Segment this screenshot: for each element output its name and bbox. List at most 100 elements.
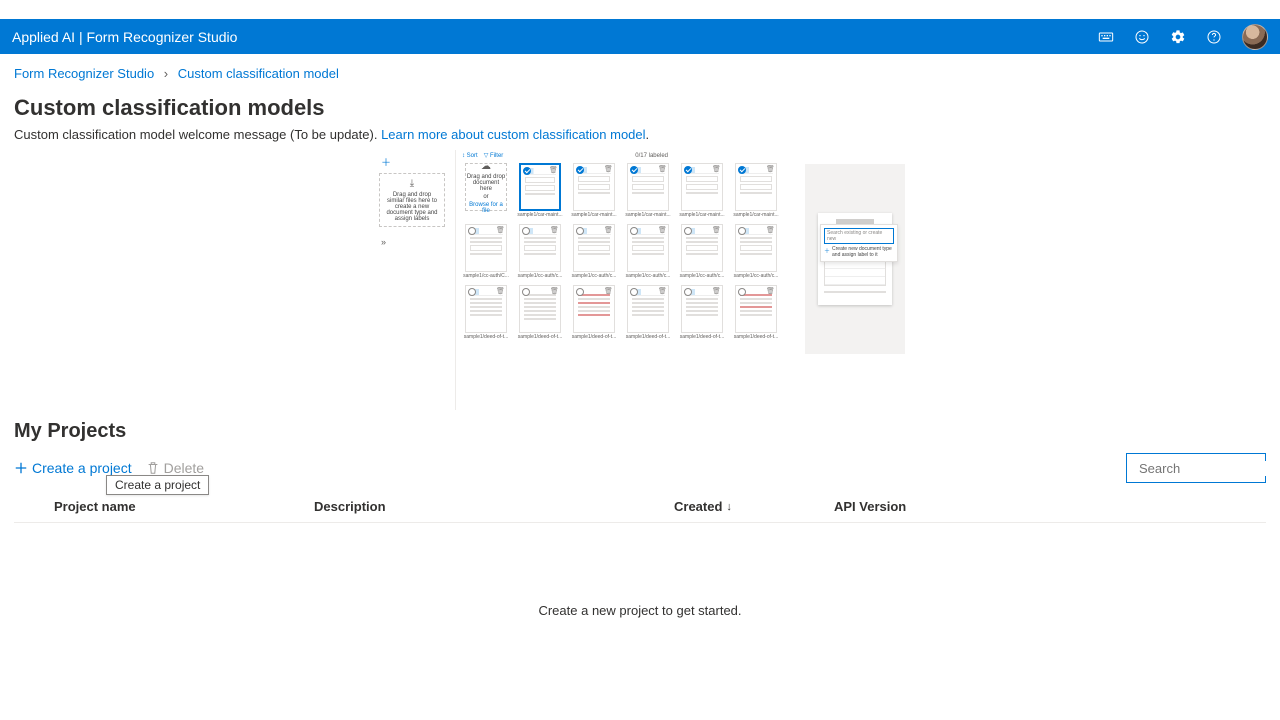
browse-link[interactable]: Browse for a file [466, 202, 506, 214]
empty-state-message: Create a new project to get started. [14, 603, 1266, 618]
delete-icon[interactable]: 🗑 [658, 166, 666, 174]
delete-icon[interactable]: 🗑 [604, 288, 612, 296]
col-description[interactable]: Description [314, 499, 674, 514]
sort-desc-icon: ↓ [726, 501, 732, 513]
create-project-button[interactable]: Create a project [14, 460, 132, 476]
thumbnail[interactable]: 🗑sample1/cc-auth/c... [570, 224, 618, 279]
app-header: Applied AI | Form Recognizer Studio [0, 19, 1280, 54]
delete-icon[interactable]: 🗑 [766, 288, 774, 296]
preview-container: ＋ ⤓ Drag and drop similar files here to … [14, 150, 1266, 410]
settings-icon[interactable] [1170, 29, 1186, 45]
labeled-status: 0/17 labeled [509, 153, 794, 159]
thumbnail[interactable]: 🗑sample1/cc-auth/c... [516, 224, 564, 279]
checkbox-icon[interactable] [576, 288, 584, 296]
checkbox-icon[interactable] [523, 167, 531, 175]
add-type-icon[interactable]: ＋ [375, 150, 450, 171]
thumbnail[interactable]: 🗑sample1/cc-auth/C... [462, 224, 510, 279]
checkbox-icon[interactable] [684, 166, 692, 174]
keyboard-icon[interactable] [1098, 29, 1114, 45]
help-icon[interactable] [1206, 29, 1222, 45]
checkbox-icon[interactable] [576, 227, 584, 235]
col-created[interactable]: Created↓ [674, 499, 834, 514]
sort-button[interactable]: ↕ Sort [462, 153, 478, 159]
user-avatar[interactable] [1242, 24, 1268, 50]
delete-icon[interactable]: 🗑 [766, 227, 774, 235]
delete-icon[interactable]: 🗑 [550, 288, 558, 296]
learn-more-link[interactable]: Learn more about custom classification m… [381, 127, 645, 142]
page-title: Custom classification models [14, 95, 1266, 121]
checkbox-icon[interactable] [684, 227, 692, 235]
delete-icon[interactable]: 🗑 [658, 288, 666, 296]
delete-icon[interactable]: 🗑 [550, 227, 558, 235]
plus-icon: ＋ [824, 246, 830, 258]
trash-icon [146, 461, 160, 475]
welcome-message: Custom classification model welcome mess… [14, 127, 381, 142]
thumbnail[interactable]: 🗑sample1/car-maint... [570, 163, 618, 218]
welcome-text: Custom classification model welcome mess… [14, 127, 1266, 142]
search-input[interactable] [1139, 461, 1280, 476]
thumbnail[interactable]: 🗑sample1/car-maint... [678, 163, 726, 218]
breadcrumb-root[interactable]: Form Recognizer Studio [14, 66, 154, 81]
thumbnail[interactable]: 🗑sample1/deed-of-t... [462, 285, 510, 340]
preview-sidebar: ＋ ⤓ Drag and drop similar files here to … [375, 150, 450, 410]
checkbox-icon[interactable] [576, 166, 584, 174]
checkbox-icon[interactable] [630, 166, 638, 174]
thumbnail[interactable]: 🗑sample1/car-maint... [516, 163, 564, 218]
thumbnail[interactable]: 🗑sample1/cc-auth/c... [732, 224, 780, 279]
delete-project-button[interactable]: Delete [146, 460, 204, 476]
plus-icon [14, 461, 28, 475]
label-popover: Search existing or create new ＋Create ne… [820, 224, 898, 262]
app-title: Applied AI | Form Recognizer Studio [12, 29, 237, 45]
checkbox-icon[interactable] [468, 227, 476, 235]
thumbnail[interactable]: 🗑sample1/deed-of-t... [678, 285, 726, 340]
thumbnail[interactable]: 🗑sample1/deed-of-t... [732, 285, 780, 340]
checkbox-icon[interactable] [684, 288, 692, 296]
preview-toolbar: ↕ Sort ▽ Filter 0/17 labeled [456, 150, 800, 161]
delete-icon[interactable]: 🗑 [712, 166, 720, 174]
projects-toolbar: Create a project Delete Create a project [14, 453, 1266, 483]
checkbox-icon[interactable] [522, 288, 530, 296]
checkbox-icon[interactable] [738, 227, 746, 235]
projects-heading: My Projects [14, 420, 1266, 443]
breadcrumb: Form Recognizer Studio › Custom classifi… [14, 66, 1266, 81]
expand-icon[interactable]: » [375, 227, 450, 247]
labeling-preview: ＋ ⤓ Drag and drop similar files here to … [375, 150, 905, 410]
checkbox-icon[interactable] [522, 227, 530, 235]
checkbox-icon[interactable] [738, 166, 746, 174]
thumbnail[interactable]: 🗑sample1/cc-auth/c... [624, 224, 672, 279]
thumbnail[interactable]: 🗑sample1/car-maint... [732, 163, 780, 218]
checkbox-icon[interactable] [468, 288, 476, 296]
feedback-icon[interactable] [1134, 29, 1150, 45]
upload-tile[interactable]: ☁ Drag and drop document here or Browse … [462, 163, 510, 218]
popover-create-item[interactable]: ＋Create new document type and assign lab… [824, 246, 894, 258]
col-project-name[interactable]: Project name [54, 499, 314, 514]
create-project-tooltip: Create a project [106, 475, 209, 495]
delete-icon[interactable]: 🗑 [604, 227, 612, 235]
delete-icon[interactable]: 🗑 [604, 166, 612, 174]
sidebar-drop-text: Drag and drop similar files here to crea… [384, 192, 440, 222]
download-icon: ⤓ [410, 178, 414, 189]
delete-icon[interactable]: 🗑 [658, 227, 666, 235]
delete-icon[interactable]: 🗑 [766, 166, 774, 174]
popover-search-input[interactable]: Search existing or create new [824, 228, 894, 244]
thumbnail[interactable]: 🗑sample1/cc-auth/c... [678, 224, 726, 279]
filter-button[interactable]: ▽ Filter [484, 152, 504, 159]
preview-main: ↕ Sort ▽ Filter 0/17 labeled ☁ Drag and … [455, 150, 800, 410]
sidebar-dropzone[interactable]: ⤓ Drag and drop similar files here to cr… [379, 173, 445, 227]
thumbnail[interactable]: 🗑sample1/deed-of-t... [570, 285, 618, 340]
checkbox-icon[interactable] [630, 288, 638, 296]
thumbnail[interactable]: 🗑sample1/deed-of-t... [516, 285, 564, 340]
delete-icon[interactable]: 🗑 [712, 288, 720, 296]
col-api-version[interactable]: API Version [834, 499, 1266, 514]
checkbox-icon[interactable] [738, 288, 746, 296]
delete-icon[interactable]: 🗑 [496, 227, 504, 235]
delete-icon[interactable]: 🗑 [549, 167, 557, 175]
search-box[interactable] [1126, 453, 1266, 483]
thumbnail[interactable]: 🗑sample1/deed-of-t... [624, 285, 672, 340]
delete-icon[interactable]: 🗑 [496, 288, 504, 296]
checkbox-icon[interactable] [630, 227, 638, 235]
breadcrumb-current[interactable]: Custom classification model [178, 66, 339, 81]
thumbnail-grid: ☁ Drag and drop document here or Browse … [456, 161, 800, 342]
thumbnail[interactable]: 🗑sample1/car-maint... [624, 163, 672, 218]
delete-icon[interactable]: 🗑 [712, 227, 720, 235]
